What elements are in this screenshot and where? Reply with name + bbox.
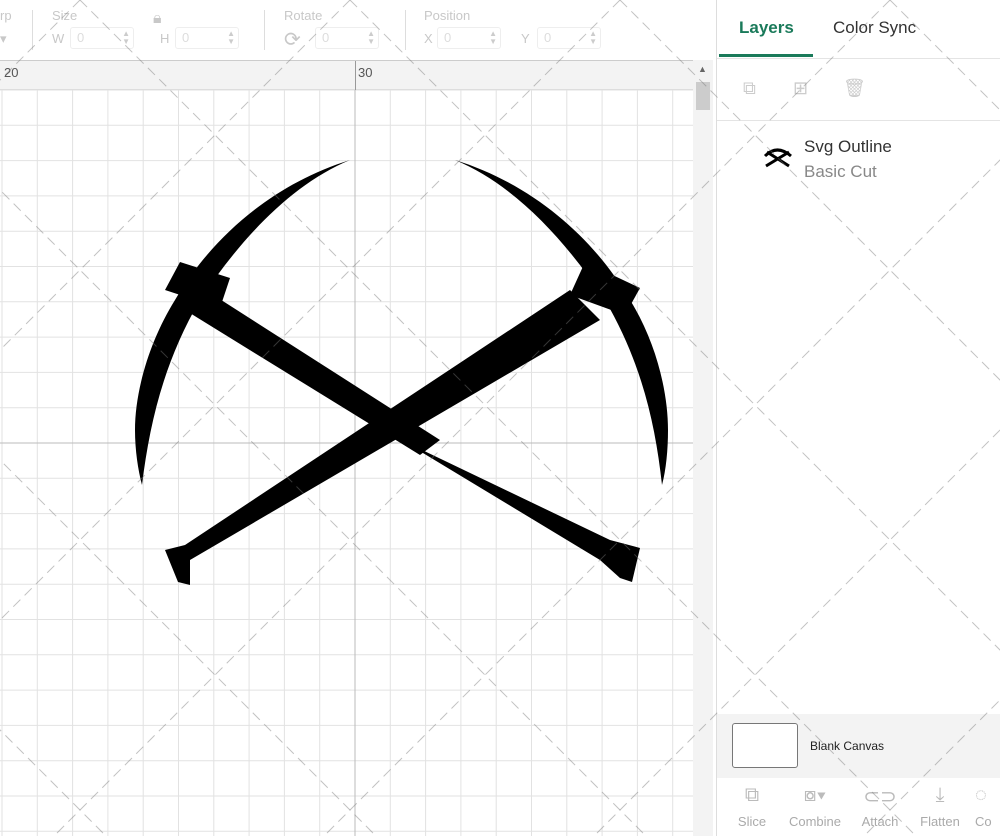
w-letter: W <box>52 31 65 46</box>
contour-button[interactable]: ◌ Co <box>975 784 1000 829</box>
attach-button[interactable]: ⊂⊃ Attach <box>857 784 903 829</box>
flatten-icon: ⤓ <box>935 784 945 806</box>
rotate-label: Rotate <box>284 8 323 23</box>
group-icon[interactable]: ⧉ <box>743 78 756 99</box>
divider <box>405 10 406 50</box>
position-label: Position <box>424 8 471 23</box>
width-input[interactable]: 0 ▲ ▼ <box>70 27 134 49</box>
action-label: Attach <box>861 814 899 829</box>
ruler-tick-label: 30 <box>358 65 373 80</box>
blank-canvas-row[interactable]: Blank Canvas <box>717 714 1000 778</box>
action-label: Combine <box>788 814 842 829</box>
combine-button[interactable]: ⧇▾ Combine <box>785 784 845 829</box>
canvas-grid <box>0 90 693 836</box>
size-label: Size <box>52 8 78 23</box>
delete-icon[interactable]: 🗑︎ <box>843 78 866 99</box>
design-canvas[interactable] <box>0 90 693 836</box>
top-toolbar: rp ▾ Size W 0 ▲ ▼ 🔒︎ H 0 ▲ ▼ Rotate ⟳ 0 ▲ ▼ Po… <box>0 0 716 60</box>
lock-icon[interactable]: 🔒︎ <box>153 10 162 28</box>
divider <box>264 10 265 50</box>
spinner-icon[interactable]: ▲ ▼ <box>589 30 597 46</box>
layers-panel: Layers Color Sync ⧉ ⊞ 🗑︎ Svg Outline Bas… <box>716 0 1000 836</box>
x-value: 0 <box>444 30 452 45</box>
ruler-tick-label: 20 <box>4 65 19 80</box>
spinner-icon[interactable]: ▲ ▼ <box>367 30 375 46</box>
layer-name[interactable]: Svg Outline <box>804 137 892 157</box>
rotate-input[interactable]: 0 ▲ ▼ <box>315 27 379 49</box>
y-value: 0 <box>544 30 552 45</box>
blank-canvas-label: Blank Canvas <box>810 739 885 753</box>
horizontal-ruler: 20 30 <box>0 60 693 91</box>
layer-thumbnail-pickaxe-icon <box>763 148 792 168</box>
action-label: Slice <box>737 814 767 829</box>
operation-dropdown[interactable]: ▾ <box>0 31 7 47</box>
slice-icon: ⧉ <box>744 784 760 806</box>
action-label: Flatten <box>920 814 960 829</box>
vertical-scrollbar[interactable]: ▲ <box>693 60 713 836</box>
tab-color-sync[interactable]: Color Sync <box>833 18 916 38</box>
scroll-thumb[interactable] <box>696 82 710 110</box>
spinner-icon[interactable]: ▲ ▼ <box>122 30 130 46</box>
active-tab-indicator <box>719 54 813 57</box>
rotate-value: 0 <box>322 30 330 45</box>
duplicate-icon[interactable]: ⊞ <box>793 78 808 99</box>
tab-layers[interactable]: Layers <box>739 18 794 38</box>
contour-icon: ◌ <box>975 784 987 806</box>
flatten-button[interactable]: ⤓ Flatten <box>917 784 963 829</box>
slice-button[interactable]: ⧉ Slice <box>731 784 773 829</box>
rotate-icon[interactable]: ⟳ <box>284 27 301 52</box>
height-value: 0 <box>182 30 190 45</box>
blank-canvas-thumbnail <box>732 723 798 768</box>
x-input[interactable]: 0 ▲ ▼ <box>437 27 501 49</box>
height-input[interactable]: 0 ▲ ▼ <box>175 27 239 49</box>
layer-operation: Basic Cut <box>804 162 877 181</box>
scroll-up-icon[interactable]: ▲ <box>698 64 707 74</box>
spinner-icon[interactable]: ▲ ▼ <box>227 30 235 46</box>
divider <box>717 120 1000 121</box>
y-input[interactable]: 0 ▲ ▼ <box>537 27 601 49</box>
operation-label: rp <box>0 8 12 23</box>
y-letter: Y <box>521 31 530 46</box>
combine-icon: ⧇▾ <box>803 784 827 806</box>
attach-icon: ⊂⊃ <box>863 786 897 808</box>
ruler-major-tick <box>355 61 356 91</box>
width-value: 0 <box>77 30 85 45</box>
action-label: Co <box>975 814 992 829</box>
spinner-icon[interactable]: ▲ ▼ <box>489 30 497 46</box>
h-letter: H <box>160 31 170 46</box>
x-letter: X <box>424 31 433 46</box>
divider <box>32 10 33 50</box>
divider <box>717 58 1000 59</box>
